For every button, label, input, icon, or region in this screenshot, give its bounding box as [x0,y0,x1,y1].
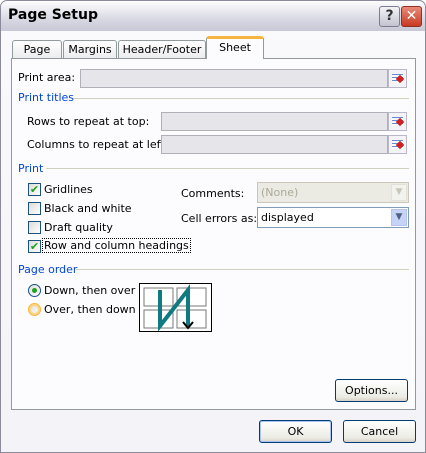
cell-errors-label: Cell errors as: [181,212,258,225]
page-order-diagram-icon [143,284,207,332]
close-button[interactable]: ✕ [401,6,422,27]
range-select-icon [392,117,403,126]
gridlines-checkbox[interactable]: ✔ [28,183,41,196]
print-area-label: Print area: [18,71,76,84]
black-and-white-checkbox[interactable] [28,202,41,215]
rows-repeat-collapse-button[interactable] [388,112,407,131]
chevron-down-icon[interactable]: ▼ [391,184,407,201]
black-and-white-label: Black and white [44,202,132,215]
range-select-icon [392,140,403,149]
options-button[interactable]: Options... [335,379,408,402]
row-column-headings-checkbox[interactable]: ✔ [28,240,41,253]
print-heading: Print [18,162,44,175]
cancel-button[interactable]: Cancel [343,420,416,443]
rows-repeat-input[interactable] [161,112,388,131]
page-order-heading: Page order [18,263,78,276]
print-titles-heading: Print titles [18,91,75,104]
dialog-title: Page Setup [8,7,98,23]
title-bar[interactable]: Page Setup ? ✕ [1,1,425,31]
page-setup-dialog: Page Setup ? ✕ Page Margins Header/Foote… [0,0,426,453]
columns-repeat-collapse-button[interactable] [388,135,407,154]
chevron-down-icon[interactable]: ▼ [391,209,407,226]
range-select-icon [392,74,403,83]
cell-errors-value: displayed [261,211,314,224]
print-area-input[interactable] [80,69,388,88]
divider [73,98,409,99]
draft-quality-checkbox[interactable] [28,221,41,234]
over-then-down-radio[interactable] [28,303,41,316]
over-then-down-label: Over, then down [44,303,136,316]
tab-sheet[interactable]: Sheet [206,36,264,59]
columns-repeat-label: Columns to repeat at left: [27,138,169,151]
divider [76,269,409,270]
down-then-over-radio[interactable] [28,284,41,297]
tab-page[interactable]: Page [12,40,62,58]
draft-quality-label: Draft quality [44,221,113,234]
ok-button[interactable]: OK [259,420,332,443]
rows-repeat-label: Rows to repeat at top: [27,115,150,128]
cell-errors-select[interactable]: displayed ▼ [257,207,409,228]
tab-header-footer[interactable]: Header/Footer [118,40,206,58]
down-then-over-label: Down, then over [44,284,136,297]
gridlines-label: Gridlines [44,183,93,196]
columns-repeat-input[interactable] [161,135,388,154]
divider [46,168,409,169]
help-button[interactable]: ? [379,6,400,27]
sheet-panel [11,58,416,410]
comments-label: Comments: [181,187,245,200]
print-area-collapse-button[interactable] [388,69,407,88]
row-column-headings-label: Row and column headings [42,238,191,253]
tab-margins[interactable]: Margins [63,40,117,58]
comments-value: (None) [261,186,299,199]
comments-select[interactable]: (None) ▼ [257,182,409,203]
page-order-preview [139,283,212,332]
